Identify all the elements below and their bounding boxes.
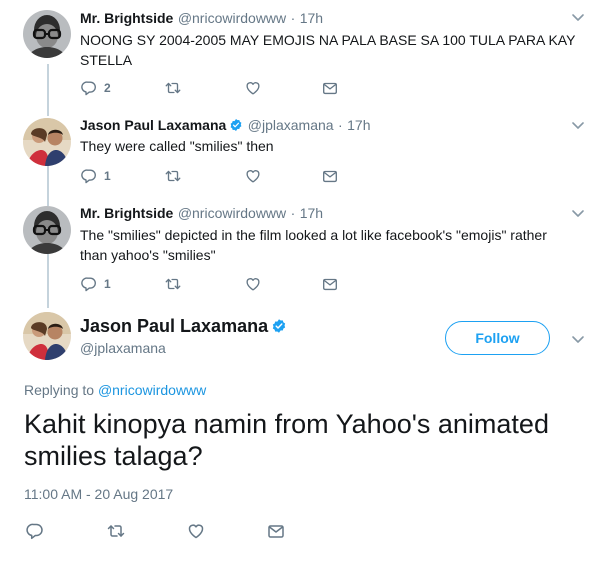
envelope-icon [321, 167, 339, 185]
author-name[interactable]: Jason Paul Laxamana [80, 117, 226, 133]
envelope-icon [266, 521, 286, 541]
separator-dot: · [290, 10, 296, 26]
chevron-down-icon[interactable] [570, 205, 586, 221]
avatar[interactable] [23, 10, 71, 58]
reply-icon [25, 521, 45, 541]
heart-icon [244, 275, 262, 293]
tweet-text-line: The "smilies" depicted in the film looke… [80, 227, 547, 243]
retweet-icon [164, 275, 182, 293]
retweet-icon [164, 79, 182, 97]
like-button[interactable] [244, 78, 262, 98]
thread-line [47, 64, 49, 116]
direct-message-button[interactable] [321, 166, 339, 186]
direct-message-button[interactable] [266, 521, 286, 541]
retweet-button[interactable] [164, 78, 182, 98]
author-handle[interactable]: @nricowirdowww [178, 205, 286, 221]
author-name[interactable]: Mr. Brightside [80, 10, 173, 26]
reply-count: 1 [104, 169, 111, 183]
direct-message-button[interactable] [321, 78, 339, 98]
like-button[interactable] [244, 166, 262, 186]
like-button[interactable] [186, 521, 206, 541]
reply-button[interactable]: 1 [80, 274, 111, 294]
replying-to-label: Replying to [24, 382, 95, 398]
tweet-text-line: Kahit kinopya namin from Yahoo's animate… [24, 409, 549, 439]
tweet-time[interactable]: 17h [300, 205, 323, 221]
reply-count: 1 [104, 277, 111, 291]
verified-badge-icon [271, 318, 287, 334]
author-handle[interactable]: @jplaxamana [248, 117, 334, 133]
avatar[interactable] [23, 312, 71, 360]
reply-button[interactable]: 1 [80, 166, 111, 186]
tweet-text: The "smilies" depicted in the film looke… [80, 225, 585, 265]
reply-button[interactable]: 2 [80, 78, 111, 98]
heart-icon [244, 167, 262, 185]
tweet-time[interactable]: 17h [347, 117, 370, 133]
replying-to: Replying to @nricowirdowww [24, 382, 206, 398]
envelope-icon [321, 79, 339, 97]
tweet-actions: 2 [80, 78, 350, 98]
envelope-icon [321, 275, 339, 293]
verified-badge-icon [229, 118, 243, 132]
chevron-down-icon[interactable] [570, 117, 586, 133]
retweet-button[interactable] [164, 274, 182, 294]
tweet-text-line: smilies talaga? [24, 441, 203, 471]
main-tweet-text: Kahit kinopya namin from Yahoo's animate… [24, 408, 594, 472]
reply-icon [80, 167, 98, 185]
reply-button[interactable] [25, 521, 45, 541]
tweet-timestamp[interactable]: 11:00 AM - 20 Aug 2017 [24, 486, 173, 502]
reply-icon [80, 79, 98, 97]
direct-message-button[interactable] [321, 274, 339, 294]
thread-line [47, 162, 49, 206]
follow-button[interactable]: Follow [445, 321, 550, 355]
tweet-text-line: than yahoo's "smilies" [80, 247, 216, 263]
author-handle[interactable]: @nricowirdowww [178, 10, 286, 26]
separator-dot: · [338, 117, 343, 133]
author-handle[interactable]: @jplaxamana [80, 340, 166, 356]
tweet-text-line: NOONG SY 2004-2005 MAY EMOJIS NA PALA BA… [80, 32, 576, 48]
tweet-actions: 1 [80, 274, 350, 294]
tweet-actions [25, 521, 295, 541]
tweet-text: They were called "smilies" then [80, 136, 580, 156]
tweet-actions: 1 [80, 166, 350, 186]
chevron-down-icon[interactable] [570, 9, 586, 25]
separator-dot: · [290, 205, 296, 221]
retweet-button[interactable] [106, 521, 126, 541]
reply-count: 2 [104, 81, 111, 95]
like-button[interactable] [244, 274, 262, 294]
avatar[interactable] [23, 118, 71, 166]
heart-icon [186, 521, 206, 541]
tweet-text-line: STELLA [80, 52, 133, 68]
tweet-text: NOONG SY 2004-2005 MAY EMOJIS NA PALA BA… [80, 30, 580, 70]
heart-icon [244, 79, 262, 97]
tweet-time[interactable]: 17h [300, 10, 323, 26]
replying-to-link[interactable]: @nricowirdowww [98, 382, 206, 398]
author-name[interactable]: Mr. Brightside [80, 205, 173, 221]
chevron-down-icon[interactable] [570, 331, 586, 347]
retweet-button[interactable] [164, 166, 182, 186]
retweet-icon [106, 521, 126, 541]
avatar[interactable] [23, 206, 71, 254]
thread-line [47, 252, 49, 308]
retweet-icon [164, 167, 182, 185]
reply-icon [80, 275, 98, 293]
author-name[interactable]: Jason Paul Laxamana [80, 316, 268, 336]
tweet-text-line: They were called "smilies" then [80, 138, 274, 154]
